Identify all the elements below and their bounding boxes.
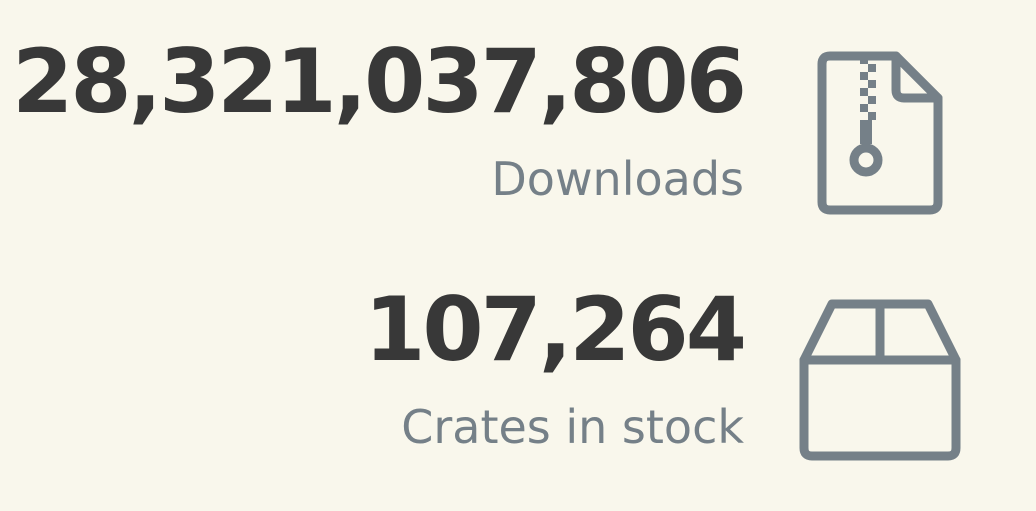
crates-count: 107,264	[364, 278, 747, 381]
downloads-stat: 28,321,037,806 Downloads	[12, 30, 747, 206]
crates-stat: 107,264 Crates in stock	[364, 278, 747, 454]
downloads-label: Downloads	[491, 152, 744, 206]
box-icon	[799, 299, 961, 461]
zip-file-icon	[817, 51, 943, 215]
crates-label: Crates in stock	[401, 400, 744, 454]
downloads-count: 28,321,037,806	[12, 30, 747, 133]
